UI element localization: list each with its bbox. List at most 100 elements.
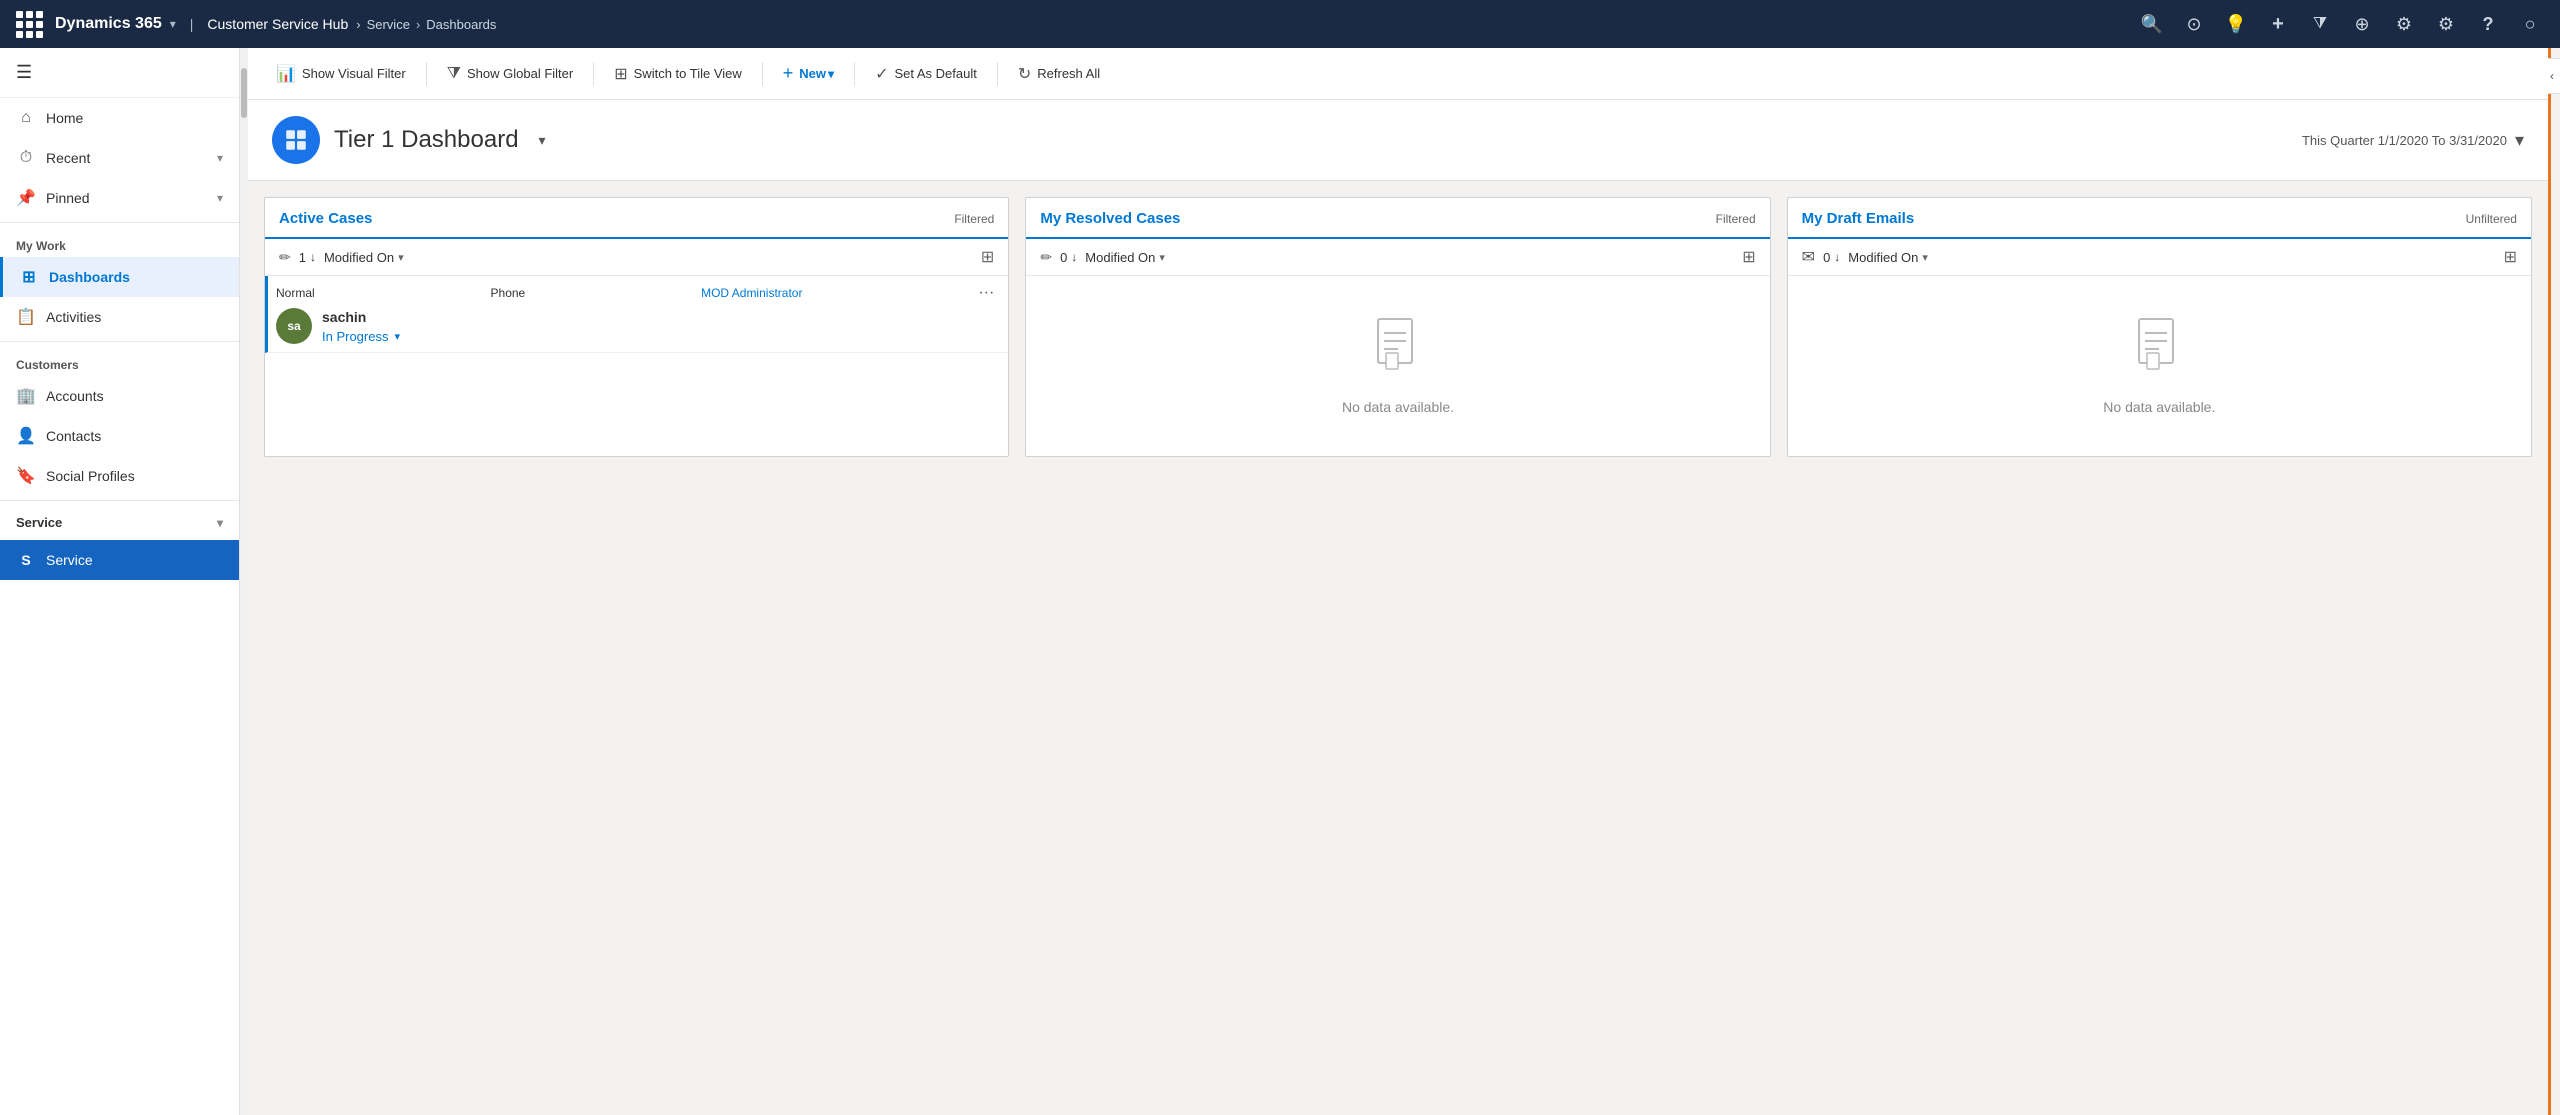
sidebar-item-social-profiles[interactable]: 🔖 Social Profiles — [0, 456, 239, 496]
breadcrumb-item-dashboards[interactable]: Dashboards — [426, 17, 496, 32]
recent-label: Recent — [46, 150, 90, 166]
recent-icon-btn[interactable]: ⊙ — [2176, 6, 2212, 42]
sidebar-item-activities[interactable]: 📋 Activities — [0, 297, 239, 337]
toolbar-sep-5 — [997, 62, 998, 86]
resolved-cases-controls: ✏ 0 ↓ Modified On ▾ ⊞ — [1026, 239, 1769, 276]
sidebar-item-pinned[interactable]: 📌 Pinned ▾ — [0, 178, 239, 218]
home-label: Home — [46, 110, 83, 126]
draft-emails-view-icon[interactable]: ⊞ — [2504, 247, 2517, 267]
show-visual-filter-label: Show Visual Filter — [302, 66, 406, 81]
new-btn[interactable]: + New ▾ — [771, 57, 846, 90]
resolved-cases-sort[interactable]: Modified On ▾ — [1085, 250, 1165, 265]
circle-plus-icon-btn[interactable]: ⊕ — [2344, 6, 2380, 42]
sidebar-item-service[interactable]: S Service — [0, 540, 239, 580]
draft-emails-title: My Draft Emails — [1802, 210, 1915, 227]
toolbar-sep-3 — [762, 62, 763, 86]
pinned-label: Pinned — [46, 190, 90, 206]
resolved-cases-filter: Filtered — [1716, 212, 1756, 226]
switch-to-tile-view-btn[interactable]: ⊞ Switch to Tile View — [602, 58, 754, 90]
dashboard-title-chevron[interactable]: ▾ — [539, 132, 546, 149]
active-cases-sort[interactable]: Modified On ▾ — [324, 250, 404, 265]
new-plus-icon: + — [783, 63, 794, 84]
sidebar-item-home[interactable]: ⌂ Home — [0, 98, 239, 138]
brand-chevron[interactable]: ▾ — [170, 17, 176, 31]
help-icon-btn[interactable]: ? — [2470, 6, 2506, 42]
resolved-cases-view-icon[interactable]: ⊞ — [1742, 247, 1755, 267]
case-row[interactable]: Normal Phone MOD Administrator ··· sa — [265, 276, 1008, 353]
breadcrumb-item-service[interactable]: Service — [367, 17, 410, 32]
customers-section-label: Customers — [0, 346, 239, 376]
service-chevron: ▾ — [217, 516, 223, 530]
my-work-section-label: My Work — [0, 227, 239, 257]
date-filter-chevron: ▾ — [2515, 130, 2524, 151]
sort-label: Modified On — [324, 250, 394, 265]
service-section-header[interactable]: Service ▾ — [0, 505, 239, 540]
draft-emails-controls: ✉ 0 ↓ Modified On ▾ ⊞ — [1788, 239, 2531, 276]
active-cases-header: Active Cases Filtered — [265, 198, 1008, 239]
case-status[interactable]: In Progress ▾ — [322, 329, 400, 344]
breadcrumb: › Service › Dashboards — [356, 17, 496, 32]
case-menu-icon[interactable]: ··· — [978, 284, 994, 302]
resolved-sort-down-icon: ↓ — [1071, 250, 1077, 264]
sidebar-item-accounts[interactable]: 🏢 Accounts — [0, 376, 239, 416]
refresh-all-label: Refresh All — [1037, 66, 1100, 81]
activities-icon: 📋 — [16, 307, 36, 327]
search-icon-btn[interactable]: 🔍 — [2134, 6, 2170, 42]
add-icon-btn[interactable]: + — [2260, 6, 2296, 42]
active-cases-filter: Filtered — [954, 212, 994, 226]
recent-chevron: ▾ — [217, 151, 223, 165]
accounts-label: Accounts — [46, 388, 104, 404]
active-cases-view-icon[interactable]: ⊞ — [981, 247, 994, 267]
waffle-icon[interactable] — [12, 7, 47, 42]
advanced-filter-icon-btn[interactable]: ⧩ — [2302, 6, 2338, 42]
main-content: 📊 Show Visual Filter ⧩ Show Global Filte… — [248, 48, 2548, 1115]
active-cases-body: Normal Phone MOD Administrator ··· sa — [265, 276, 1008, 456]
hamburger-icon: ☰ — [16, 62, 32, 83]
service-section-label: Service — [16, 515, 62, 530]
toolbar-sep-4 — [854, 62, 855, 86]
sidebar-item-contacts[interactable]: 👤 Contacts — [0, 416, 239, 456]
draft-emails-sort[interactable]: Modified On ▾ — [1848, 250, 1928, 265]
settings-icon-btn[interactable]: ⚙ — [2428, 6, 2464, 42]
lightbulb-icon-btn[interactable]: 💡 — [2218, 6, 2254, 42]
sort-down-icon: ↓ — [310, 250, 316, 264]
show-global-filter-btn[interactable]: ⧩ Show Global Filter — [435, 59, 586, 89]
toolbar-sep-1 — [426, 62, 427, 86]
set-as-default-btn[interactable]: ✓ Set As Default — [863, 58, 989, 90]
case-owner[interactable]: MOD Administrator — [701, 286, 802, 300]
status-text: In Progress — [322, 329, 388, 344]
refresh-all-btn[interactable]: ↻ Refresh All — [1006, 58, 1112, 90]
sidebar-menu-btn[interactable]: ☰ — [0, 48, 239, 98]
user-icon-btn[interactable]: ○ — [2512, 6, 2548, 42]
personalize-icon-btn[interactable]: ⚙ — [2386, 6, 2422, 42]
resolved-sort-chevron: ▾ — [1159, 251, 1165, 264]
active-cases-count: 1 ↓ — [299, 250, 316, 265]
draft-empty-text: No data available. — [2103, 399, 2215, 415]
sidebar-item-dashboards[interactable]: ⊞ Dashboards — [0, 257, 239, 297]
sidebar-scrollbar[interactable] — [240, 48, 248, 1115]
draft-emails-empty: No data available. — [1788, 276, 2531, 456]
case-info: sachin In Progress ▾ — [322, 309, 400, 344]
dashboard-area: Tier 1 Dashboard ▾ This Quarter 1/1/2020… — [248, 100, 2548, 1115]
sort-chevron: ▾ — [398, 251, 404, 264]
breadcrumb-sep: › — [356, 17, 360, 32]
sidebar-item-recent[interactable]: ⏱ Recent ▾ — [0, 138, 239, 178]
resolved-cases-title: My Resolved Cases — [1040, 210, 1180, 227]
dashboards-label: Dashboards — [49, 269, 130, 285]
recent-icon: ⏱ — [16, 148, 36, 168]
draft-emails-filter: Unfiltered — [2466, 212, 2517, 226]
resolved-cases-count: 0 ↓ — [1060, 250, 1077, 265]
global-filter-icon: ⧩ — [447, 65, 461, 83]
avatar-initials: sa — [287, 319, 300, 333]
brand-name: Dynamics 365 — [55, 15, 162, 33]
dashboard-date-filter[interactable]: This Quarter 1/1/2020 To 3/31/2020 ▾ — [2302, 130, 2524, 151]
new-btn-label: New — [799, 66, 826, 81]
draft-empty-doc-icon — [2133, 317, 2185, 389]
show-visual-filter-btn[interactable]: 📊 Show Visual Filter — [264, 58, 418, 90]
show-global-filter-label: Show Global Filter — [467, 66, 573, 81]
sidebar-scroll-thumb[interactable] — [241, 68, 247, 118]
dashboard-title: Tier 1 Dashboard — [334, 126, 519, 154]
empty-doc-icon — [1372, 317, 1424, 389]
sidebar-divider-3 — [0, 500, 239, 501]
draft-emails-card: My Draft Emails Unfiltered ✉ 0 ↓ Modifie… — [1787, 197, 2532, 457]
